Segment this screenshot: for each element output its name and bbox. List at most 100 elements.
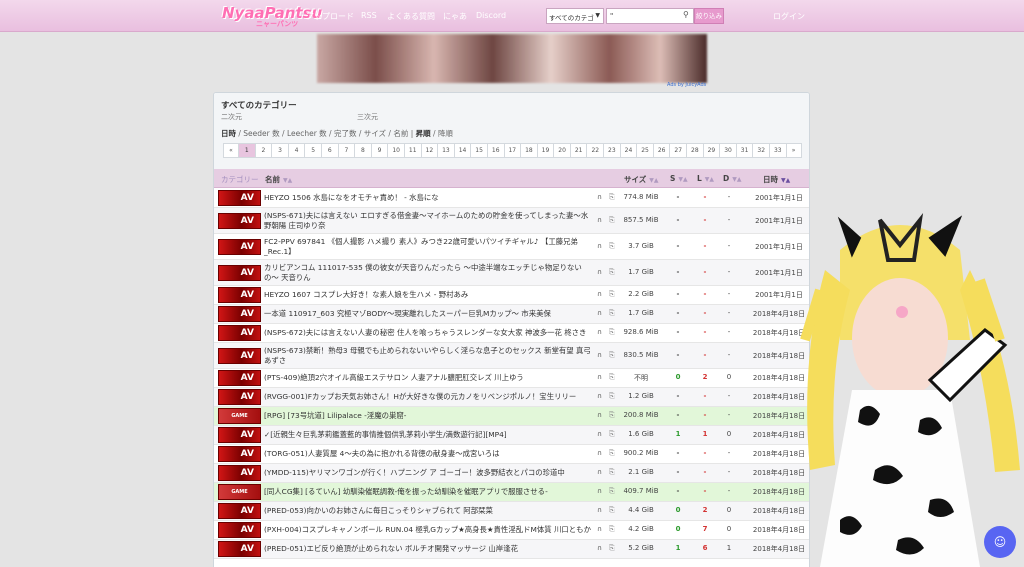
pagination-page-8[interactable]: 8: [354, 143, 372, 158]
pagination-page-23[interactable]: 23: [603, 143, 621, 158]
category-thumbnail[interactable]: AV: [218, 212, 261, 229]
sort-date-link[interactable]: 日時: [221, 129, 236, 138]
table-row[interactable]: AV HEYZO 1506 水島になをオモチャ責め！ - 水島にな ∩ ⎘ 774.8 …: [214, 189, 809, 208]
magnet-icon[interactable]: ∩: [597, 242, 602, 250]
nav-nyaa-link[interactable]: にゃあ: [443, 11, 467, 22]
pagination-page-24[interactable]: 24: [619, 143, 638, 158]
download-icon[interactable]: ⎘: [609, 430, 615, 439]
table-row[interactable]: GAME [RPG] [73号坑道] Lilipalace -淫魔の巣窟- ∩ ⎘ 20…: [214, 407, 809, 426]
magnet-icon[interactable]: ∩: [597, 411, 602, 419]
category-select[interactable]: すべてのカテゴ ▼: [546, 8, 604, 24]
table-row[interactable]: AV (YMDD-115)ヤリマンワゴンが行く！ハプニング ア ゴーゴー！波多野結…: [214, 464, 809, 483]
pagination-page-15[interactable]: 15: [470, 143, 488, 158]
download-icon[interactable]: ⎘: [609, 392, 615, 401]
pagination-page-21[interactable]: 21: [569, 143, 588, 158]
nav-rss-link[interactable]: RSS: [361, 11, 377, 20]
download-icon[interactable]: ⎘: [609, 242, 615, 251]
magnet-icon[interactable]: ∩: [597, 468, 602, 476]
category-thumbnail[interactable]: AV: [218, 347, 261, 364]
category-thumbnail[interactable]: AV: [218, 325, 261, 341]
torrent-name-link[interactable]: (NSPS-672)夫には言えない人妻の秘密 住人を喰っちゃうスレンダーな女大家…: [264, 328, 591, 338]
download-icon[interactable]: ⎘: [609, 290, 615, 299]
category-thumbnail[interactable]: AV: [218, 541, 261, 557]
pagination-page-19[interactable]: 19: [536, 143, 555, 158]
torrent-name-link[interactable]: [RPG] [73号坑道] Lilipalace -淫魔の巣窟-: [264, 411, 591, 421]
magnet-icon[interactable]: ∩: [597, 525, 602, 533]
category-thumbnail[interactable]: AV: [218, 427, 261, 443]
torrent-name-link[interactable]: (YMDD-115)ヤリマンワゴンが行く！ハプニング ア ゴーゴー！波多野結衣と…: [264, 468, 591, 478]
torrent-name-link[interactable]: HEYZO 1506 水島になをオモチャ責め！ - 水島にな: [264, 193, 591, 203]
sort-name-link[interactable]: 名前: [393, 129, 408, 138]
category-thumbnail[interactable]: AV: [218, 264, 261, 281]
category-thumbnail[interactable]: AV: [218, 503, 261, 519]
category-thumbnail[interactable]: AV: [218, 389, 261, 405]
download-icon[interactable]: ⎘: [609, 468, 615, 477]
ads-by-label[interactable]: Ads by JuicyAds: [667, 82, 706, 88]
download-icon[interactable]: ⎘: [609, 216, 615, 225]
pagination-page-17[interactable]: 17: [503, 143, 522, 158]
category-thumbnail[interactable]: AV: [218, 446, 261, 462]
torrent-name-link[interactable]: (RVGG-001)Fカップお天気お姉さん！Hが大好きな僕の元カノをリベンジポル…: [264, 392, 591, 402]
download-icon[interactable]: ⎘: [609, 193, 615, 202]
pagination-page-30[interactable]: 30: [719, 143, 737, 158]
torrent-name-link[interactable]: (PRED-053)向かいのお姉さんに毎日こっそりシャブられて 阿部栞菜: [264, 506, 591, 516]
pagination-page-28[interactable]: 28: [686, 143, 704, 158]
pagination-page-26[interactable]: 26: [652, 143, 671, 158]
torrent-name-link[interactable]: (NSPS-671)夫には言えない エロすぎる借金妻〜マイホームのための貯金を使…: [264, 211, 591, 231]
pagination-page-7[interactable]: 7: [337, 143, 356, 158]
discord-widget-button[interactable]: ☺: [984, 526, 1016, 558]
download-icon[interactable]: ⎘: [609, 309, 615, 318]
pagination-page-32[interactable]: 32: [752, 143, 770, 158]
table-row[interactable]: AV (NSPS-672)夫には言えない人妻の秘密 住人を喰っちゃうスレンダーな女…: [214, 324, 809, 343]
pagination-page-14[interactable]: 14: [453, 143, 472, 158]
table-row[interactable]: AV (RVGG-001)Fカップお天気お姉さん！Hが大好きな僕の元カノをリベンジ…: [214, 388, 809, 407]
magnet-icon[interactable]: ∩: [597, 430, 602, 438]
pagination-page-18[interactable]: 18: [520, 143, 538, 158]
magnet-icon[interactable]: ∩: [597, 193, 602, 201]
download-icon[interactable]: ⎘: [609, 449, 615, 458]
torrent-name-link[interactable]: FC2-PPV 697841 《個人撮影 ハメ撮り 素人》みつき22歳可愛いパツ…: [264, 237, 591, 257]
category-thumbnail[interactable]: AV: [218, 370, 261, 386]
pagination-page-6[interactable]: 6: [320, 143, 339, 158]
magnet-icon[interactable]: ∩: [597, 268, 602, 276]
category-thumbnail[interactable]: GAME: [218, 408, 261, 424]
pagination-page-2[interactable]: 2: [254, 143, 273, 158]
torrent-name-link[interactable]: (PTS-409)絶頂2穴オイル高級エステサロン 人妻アナル膿肥肛交レズ 川上ゆ…: [264, 373, 591, 383]
sort-leechers-link[interactable]: Leecher 数: [287, 129, 327, 138]
pagination-page-22[interactable]: 22: [586, 143, 605, 158]
download-icon[interactable]: ⎘: [609, 351, 615, 360]
torrent-name-link[interactable]: HEYZO 1607 コスプレ大好き！な素人娘を生ハメ - 野村あみ: [264, 290, 591, 300]
magnet-icon[interactable]: ∩: [597, 351, 602, 359]
pagination-page-13[interactable]: 13: [437, 143, 455, 158]
pagination-page-9[interactable]: 9: [370, 143, 389, 158]
pagination-page-16[interactable]: 16: [486, 143, 505, 158]
download-icon[interactable]: ⎘: [609, 268, 615, 277]
column-header-name[interactable]: 名前 ▼▲: [265, 174, 292, 185]
pagination-page-5[interactable]: 5: [304, 143, 322, 158]
sort-completed-link[interactable]: 完了数: [334, 129, 357, 138]
category-thumbnail[interactable]: AV: [218, 465, 261, 481]
search-input[interactable]: ": [606, 8, 694, 24]
table-row[interactable]: AV カリビアンコム 111017-535 僕の彼女が天音りんだったら 〜中途半端…: [214, 260, 809, 286]
order-desc-link[interactable]: 降順: [438, 129, 453, 138]
column-header-size[interactable]: サイズ ▼▲: [624, 174, 659, 185]
column-header-downloads[interactable]: D ▼▲: [723, 174, 741, 183]
column-header-category[interactable]: カテゴリー: [221, 174, 259, 185]
table-row[interactable]: AV 一本道 110917_603 究極マゾBODY〜現実離れしたスーパー巨乳Mカ…: [214, 305, 809, 324]
magnet-icon[interactable]: ∩: [597, 216, 602, 224]
magnet-icon[interactable]: ∩: [597, 290, 602, 298]
table-row[interactable]: AV (PXH-004)コスプレキャノンボール RUN.04 極乳Gカップ★高身長…: [214, 521, 809, 540]
login-link[interactable]: ログイン: [773, 11, 805, 22]
pagination-page-27[interactable]: 27: [669, 143, 688, 158]
download-icon[interactable]: ⎘: [609, 487, 615, 496]
subcategory-2d-link[interactable]: 二次元: [221, 112, 242, 122]
sort-seeders-link[interactable]: Seeder 数: [243, 129, 279, 138]
pagination-page-25[interactable]: 25: [636, 143, 654, 158]
pagination-page-33[interactable]: 33: [769, 143, 787, 158]
column-header-leechers[interactable]: L ▼▲: [697, 174, 714, 183]
magnet-icon[interactable]: ∩: [597, 506, 602, 514]
column-header-seeders[interactable]: S ▼▲: [670, 174, 688, 183]
pagination-page-12[interactable]: 12: [420, 143, 439, 158]
magnet-icon[interactable]: ∩: [597, 309, 602, 317]
magnet-icon[interactable]: ∩: [597, 373, 602, 381]
